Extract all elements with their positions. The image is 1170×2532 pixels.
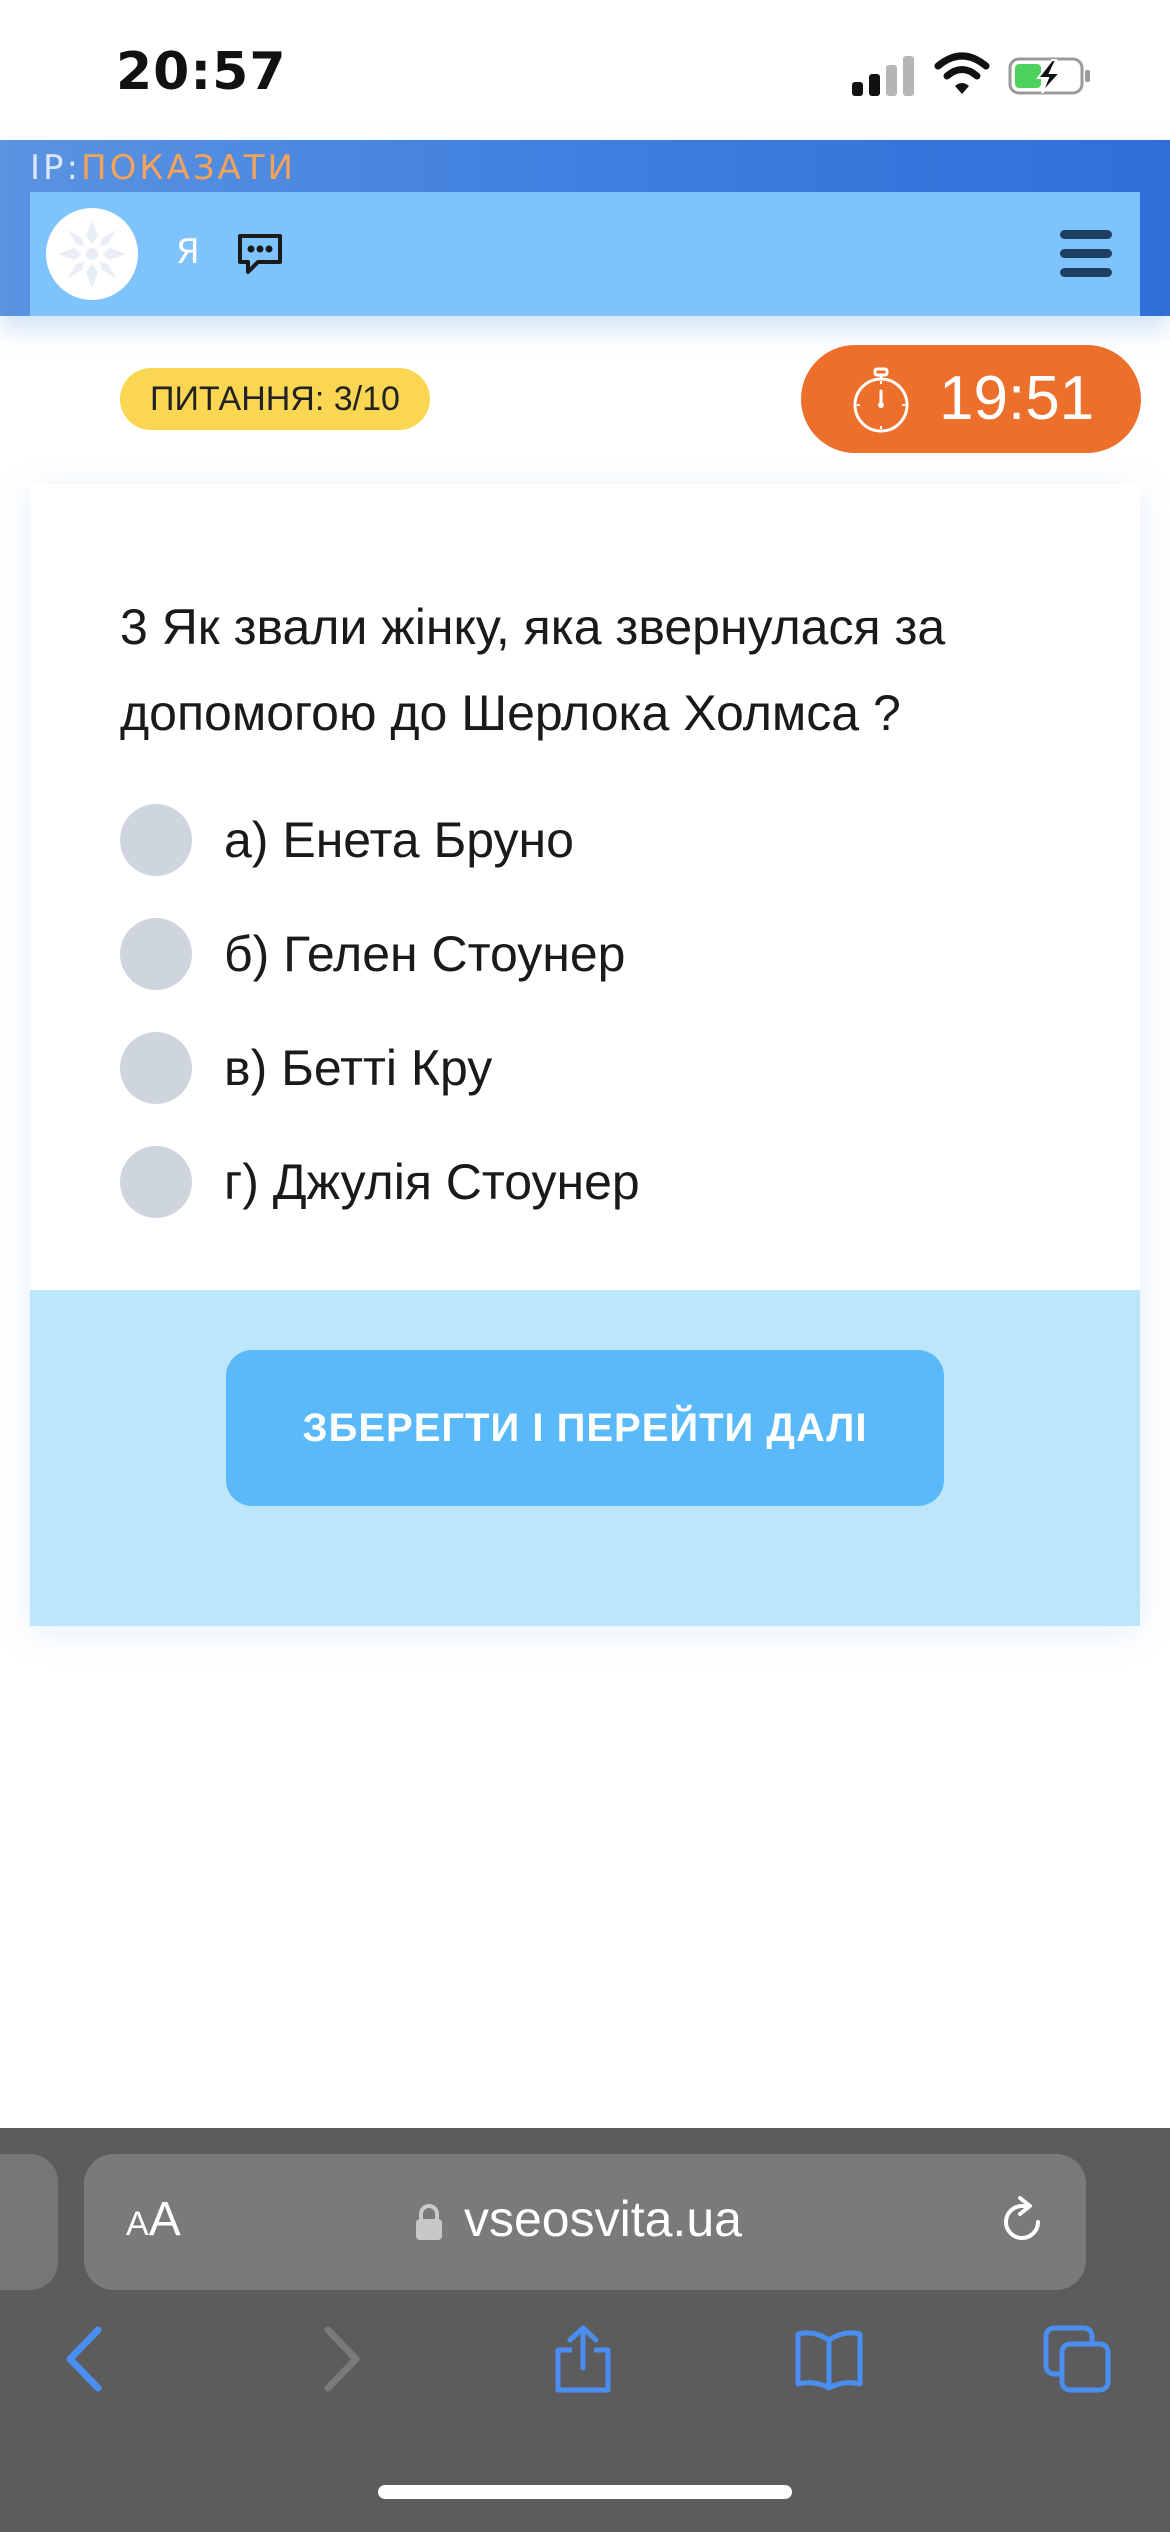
save-and-next-button[interactable]: ЗБЕРЕГТИ І ПЕРЕЙТИ ДАЛІ (226, 1350, 944, 1506)
radio-button[interactable] (120, 1032, 192, 1104)
forward-icon[interactable] (304, 2324, 374, 2394)
radio-button[interactable] (120, 804, 192, 876)
url-text[interactable]: vseosvita.ua (464, 2190, 742, 2248)
nav-bar: Я (30, 192, 1140, 316)
question-text: 3 Як звали жінку, яка звернулася за допо… (120, 599, 946, 741)
ip-row: IP:ПОКАЗАТИ (30, 148, 296, 188)
answer-option-d[interactable]: г) Джулія Стоунер (120, 1146, 640, 1218)
status-time: 20:57 (116, 42, 287, 102)
home-indicator (378, 2485, 792, 2499)
answer-label: в) Бетті Кру (224, 1040, 493, 1096)
address-bar[interactable]: AA vseosvita.ua (84, 2154, 1086, 2290)
text-size-button[interactable]: AA (126, 2192, 181, 2247)
lock-icon (416, 2204, 442, 2240)
question-counter-badge: ПИТАННЯ: 3/10 (120, 368, 430, 430)
tabs-icon[interactable] (1042, 2324, 1112, 2394)
back-icon[interactable] (52, 2324, 122, 2394)
bookmarks-icon[interactable] (794, 2324, 864, 2394)
battery-charging-icon (1008, 57, 1090, 95)
answer-label: а) Енета Бруно (224, 812, 574, 868)
timer-pill: 19:51 (801, 345, 1141, 453)
stopwatch-icon (853, 367, 909, 433)
answer-label: г) Джулія Стоунер (224, 1154, 640, 1210)
card-footer: ЗБЕРЕГТИ І ПЕРЕЙТИ ДАЛІ (30, 1290, 1140, 1626)
reload-icon[interactable] (994, 2194, 1050, 2250)
user-initial[interactable]: Я (176, 232, 200, 272)
answer-option-b[interactable]: б) Гелен Стоунер (120, 918, 625, 990)
answer-option-a[interactable]: а) Енета Бруно (120, 804, 574, 876)
share-icon[interactable] (548, 2324, 618, 2394)
ip-show-link[interactable]: ПОКАЗАТИ (81, 148, 296, 188)
wifi-icon (934, 52, 990, 94)
ip-label: IP: (30, 148, 81, 188)
previous-tab-preview[interactable] (0, 2154, 58, 2290)
hamburger-menu-icon[interactable] (1060, 230, 1112, 278)
answer-option-c[interactable]: в) Бетті Кру (120, 1032, 492, 1104)
ornament-logo-icon (58, 220, 126, 288)
status-bar: 20:57 (0, 0, 1170, 140)
radio-button[interactable] (120, 1146, 192, 1218)
timer-value: 19:51 (939, 364, 1095, 433)
browser-toolbar: AA vseosvita.ua (0, 2128, 1170, 2532)
signal-icon (852, 56, 914, 96)
chat-icon[interactable] (236, 232, 284, 276)
answer-label: б) Гелен Стоунер (224, 926, 626, 982)
radio-button[interactable] (120, 918, 192, 990)
site-logo[interactable] (46, 208, 138, 300)
question-card: 3 Як звали жінку, яка звернулася за допо… (30, 484, 1140, 1626)
